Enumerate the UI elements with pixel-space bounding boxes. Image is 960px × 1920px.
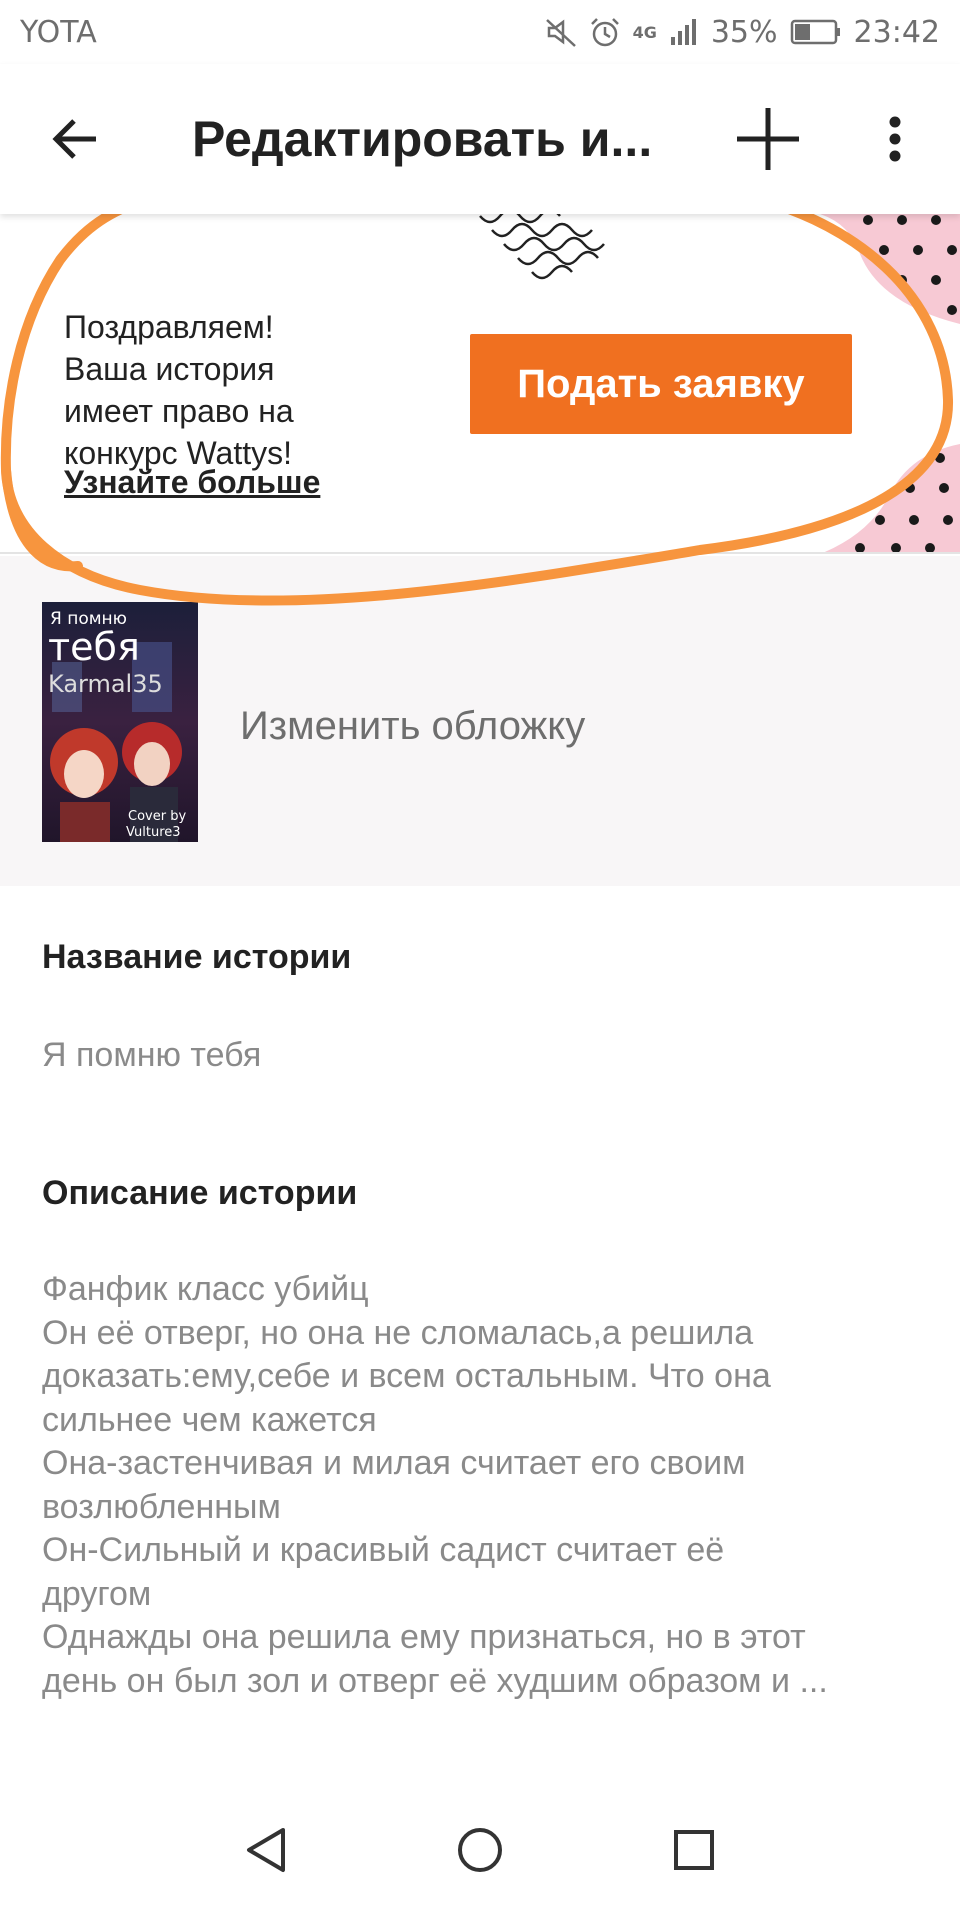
description-line: день он был зол и отверг её худшим образ… [42, 1661, 828, 1700]
cover-text: Karmal35 [48, 670, 163, 698]
story-title-input[interactable]: Я помню тебя [42, 1036, 261, 1075]
banner-line: Поздравляем! [64, 309, 274, 345]
learn-more-link[interactable]: Узнайте больше [64, 464, 320, 501]
story-title-label: Название истории [42, 938, 352, 976]
mute-icon [545, 19, 576, 47]
description-line: возлюбленным [42, 1487, 281, 1526]
description-line: Однажды она решила ему признаться, но в … [42, 1618, 806, 1656]
cover-text: тебя [48, 625, 140, 669]
wattys-eligibility-text: Поздравляем! Ваша история имеет право на… [64, 306, 364, 474]
back-arrow-icon[interactable] [40, 104, 110, 174]
banner-line: имеет право на [64, 393, 294, 429]
alarm-icon [590, 18, 619, 47]
more-vert-icon[interactable] [870, 104, 920, 174]
description-line: Он её отверг, но она не сломалась,а реши… [42, 1313, 754, 1352]
clock: 23:42 [853, 14, 940, 50]
plus-icon[interactable] [728, 104, 808, 174]
story-description-input[interactable]: Фанфик класс убийц Он её отверг, но она … [42, 1268, 922, 1703]
cover-section[interactable]: Я помню тебя Karmal35 Cover by Vulture3 … [0, 556, 960, 886]
cover-image[interactable]: Я помню тебя Karmal35 Cover by Vulture3 [42, 602, 198, 842]
screen: YOTA 4G 35% 23:42 Редактировать и... Поз… [0, 0, 960, 1920]
description-line: Он-Сильный и красивый садист считает её [42, 1531, 725, 1569]
carrier-label: YOTA [20, 14, 97, 50]
system-navigation-bar [0, 1780, 960, 1920]
description-line: доказать:ему,себе и всем остальным. Что … [42, 1357, 771, 1395]
battery-icon [790, 19, 840, 45]
description-line: Она-застенчивая и милая считает его свои… [42, 1444, 746, 1482]
description-line: Фанфик класс убийц [42, 1270, 369, 1308]
banner-line: Ваша история [64, 351, 275, 387]
story-description-label: Описание истории [42, 1174, 358, 1212]
cover-text: Cover by [128, 809, 186, 824]
description-line: другом [42, 1574, 152, 1613]
page-title: Редактировать и... [192, 111, 653, 167]
toolbar: Редактировать и... [0, 64, 960, 214]
signal-icon [670, 19, 696, 45]
change-cover-label[interactable]: Изменить обложку [240, 704, 585, 749]
wattys-banner: Поздравляем! Ваша история имеет право на… [0, 214, 960, 554]
apply-button[interactable]: Подать заявку [470, 334, 852, 434]
status-bar: YOTA 4G 35% 23:42 [0, 0, 960, 64]
home-circle-icon[interactable] [440, 1810, 520, 1890]
decorative-dots-top [820, 214, 960, 324]
status-icons: 4G 35% 23:42 [545, 15, 940, 50]
cover-text: Vulture3 [126, 825, 181, 840]
back-triangle-icon[interactable] [226, 1810, 306, 1890]
network-type: 4G [632, 22, 657, 42]
decorative-waves [479, 214, 605, 280]
battery-percent: 35% [710, 14, 778, 50]
recents-square-icon[interactable] [654, 1810, 734, 1890]
decorative-dots-bottom [824, 444, 960, 552]
description-line: сильнее чем кажется [42, 1400, 377, 1439]
